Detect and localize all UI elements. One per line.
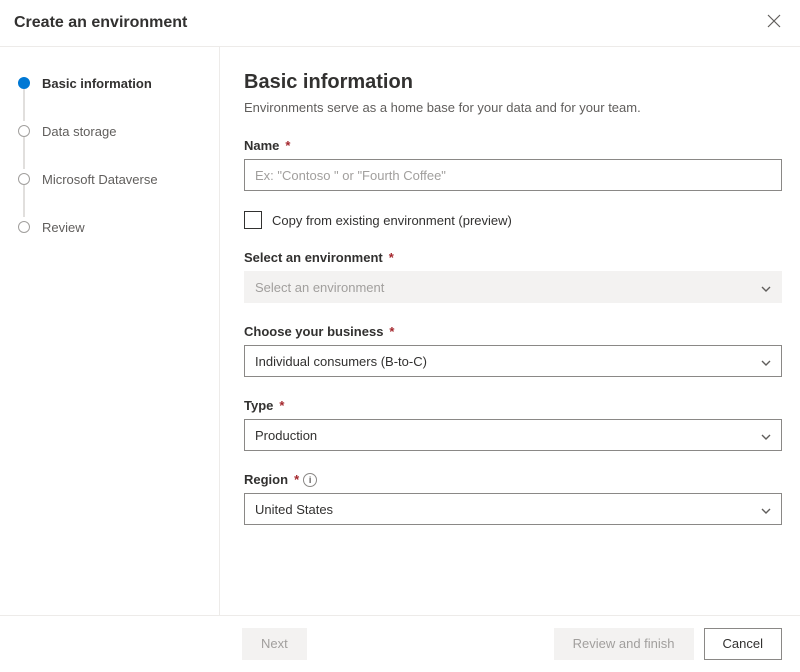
dialog-title: Create an environment [14, 14, 187, 32]
close-icon [767, 14, 781, 33]
type-label: Type [244, 398, 273, 413]
checkbox-icon [244, 211, 262, 229]
copy-existing-checkbox[interactable]: Copy from existing environment (preview) [244, 211, 782, 229]
region-label: Region [244, 472, 288, 487]
chevron-down-icon [761, 282, 771, 292]
name-label: Name [244, 138, 279, 153]
type-dropdown[interactable]: Production [244, 419, 782, 451]
region-value: United States [255, 502, 333, 517]
chevron-down-icon [761, 430, 771, 440]
step-label: Basic information [42, 76, 152, 91]
chevron-down-icon [761, 504, 771, 514]
section-subtitle: Environments serve as a home base for yo… [244, 100, 782, 115]
step-circle-icon [18, 173, 30, 185]
step-circle-icon [18, 125, 30, 137]
required-asterisk: * [279, 398, 284, 413]
step-circle-icon [18, 221, 30, 233]
review-and-finish-button: Review and finish [554, 628, 694, 660]
business-value: Individual consumers (B-to-C) [255, 354, 427, 369]
step-microsoft-dataverse[interactable]: Microsoft Dataverse [18, 169, 203, 189]
name-input[interactable] [244, 159, 782, 191]
required-asterisk: * [389, 324, 394, 339]
business-label: Choose your business [244, 324, 383, 339]
info-icon[interactable]: i [303, 473, 317, 487]
step-review[interactable]: Review [18, 217, 203, 237]
region-dropdown[interactable]: United States [244, 493, 782, 525]
step-basic-information[interactable]: Basic information [18, 73, 203, 93]
required-asterisk: * [285, 138, 290, 153]
required-asterisk: * [294, 472, 299, 487]
step-data-storage[interactable]: Data storage [18, 121, 203, 141]
select-environment-label: Select an environment [244, 250, 383, 265]
copy-existing-label: Copy from existing environment (preview) [272, 213, 512, 228]
select-environment-value: Select an environment [255, 280, 384, 295]
step-label: Microsoft Dataverse [42, 172, 158, 187]
step-label: Data storage [42, 124, 116, 139]
select-environment-dropdown: Select an environment [244, 271, 782, 303]
step-circle-icon [18, 77, 30, 89]
required-asterisk: * [389, 250, 394, 265]
close-button[interactable] [766, 15, 782, 31]
type-value: Production [255, 428, 317, 443]
business-dropdown[interactable]: Individual consumers (B-to-C) [244, 345, 782, 377]
wizard-stepper: Basic information Data storage Microsoft… [0, 47, 220, 615]
chevron-down-icon [761, 356, 771, 366]
next-button: Next [242, 628, 307, 660]
section-heading: Basic information [244, 71, 782, 94]
step-label: Review [42, 220, 85, 235]
cancel-button[interactable]: Cancel [704, 628, 782, 660]
